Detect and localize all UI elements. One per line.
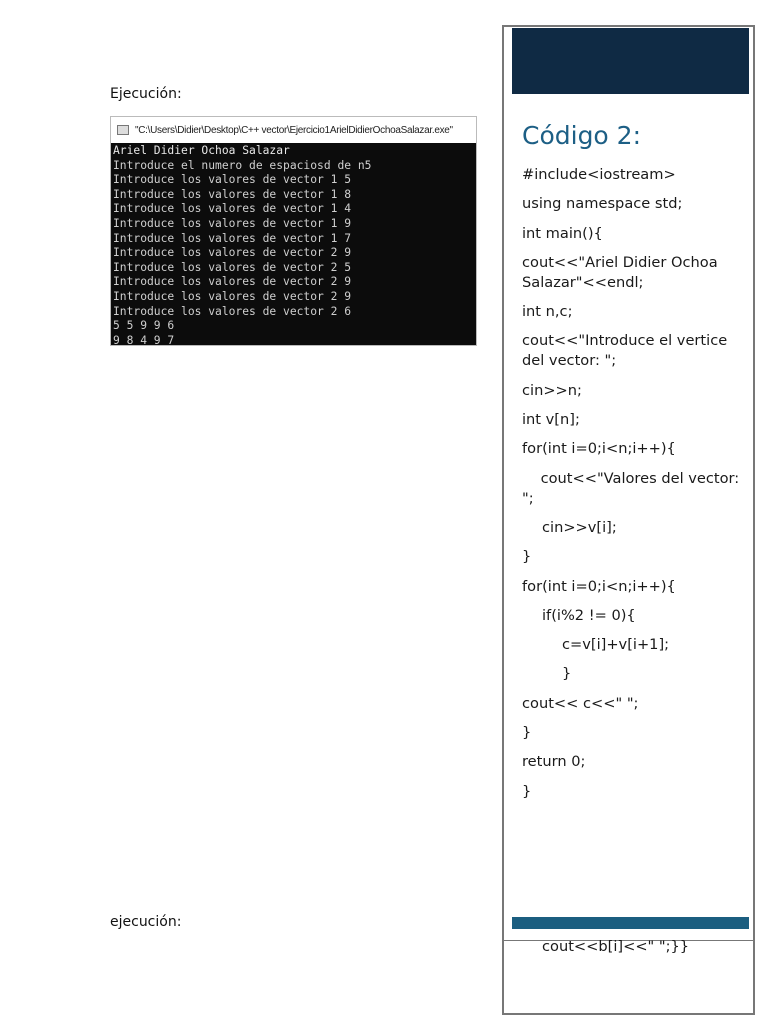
code-line: for(int i=0;i<n;i++){ xyxy=(522,440,676,458)
sidebar-header-band xyxy=(512,28,749,94)
code-line: cout<<"Introduce el vertice del vector: … xyxy=(522,332,732,370)
console-titlebar: "C:\Users\Didier\Desktop\C++ vector\Ejer… xyxy=(111,117,476,143)
code-line: } xyxy=(522,724,532,742)
console-line: Introduce el numero de espaciosd de n5 xyxy=(113,158,372,172)
console-line: Introduce los valores de vector 2 9 xyxy=(113,289,352,303)
code-line: cin>>n; xyxy=(522,381,582,399)
console-title: "C:\Users\Didier\Desktop\C++ vector\Ejer… xyxy=(135,124,453,136)
console-line: Introduce los valores de vector 2 9 xyxy=(113,246,352,260)
code-sidebar-continuation: cout<<b[i]<<" ";}} xyxy=(502,938,755,1015)
code-line: } xyxy=(522,782,532,800)
console-line: Introduce los valores de vector 1 9 xyxy=(113,216,352,230)
code-line: } xyxy=(522,548,532,566)
sidebar-title: Código 2: xyxy=(522,121,642,150)
console-line: 5 5 9 9 6 xyxy=(113,319,175,333)
code-line: if(i%2 != 0){ xyxy=(542,606,636,624)
code-line: return 0; xyxy=(522,753,586,771)
console-line: Introduce los valores de vector 2 6 xyxy=(113,304,352,318)
code-line: } xyxy=(562,665,572,683)
code-line: int n,c; xyxy=(522,303,573,321)
code-sidebar: Código 2: #include<iostream> using namesp… xyxy=(502,25,755,941)
console-line: Introduce los valores de vector 2 9 xyxy=(113,275,352,289)
console-output: Ariel Didier Ochoa Salazar Introduce el n… xyxy=(111,143,476,349)
document-page: Ejecución: "C:\Users\Didier\Desktop\C++ … xyxy=(0,0,768,1024)
sidebar-footer-band xyxy=(512,917,749,929)
console-line: Introduce los valores de vector 1 8 xyxy=(113,187,352,201)
code-continuation-line: cout<<b[i]<<" ";}} xyxy=(542,938,690,955)
code-line: for(int i=0;i<n;i++){ xyxy=(522,577,676,595)
console-line: 9 8 4 9 7 xyxy=(113,333,175,347)
console-screenshot: "C:\Users\Didier\Desktop\C++ vector\Ejer… xyxy=(110,116,477,349)
execution-label: Ejecución: xyxy=(110,86,182,102)
code-line: cout<<"Ariel Didier Ochoa Salazar"<<endl… xyxy=(522,253,723,291)
code-line: int main(){ xyxy=(522,224,603,242)
code-line: cin>>v[i]; xyxy=(542,518,617,536)
execution-label-2: ejecución: xyxy=(110,914,182,930)
console-line: Introduce los valores de vector 1 7 xyxy=(113,231,352,245)
code-line: cout<< c<<" "; xyxy=(522,694,639,712)
console-line: Ariel Didier Ochoa Salazar xyxy=(113,144,290,157)
console-line: Introduce los valores de vector 1 5 xyxy=(113,173,352,187)
code-line: c=v[i]+v[i+1]; xyxy=(562,636,670,654)
code-line: cout<<"Valores del vector: "; xyxy=(522,469,744,507)
console-line: Introduce los valores de vector 2 5 xyxy=(113,260,352,274)
code-line: using namespace std; xyxy=(522,195,683,213)
code-line: #include<iostream> xyxy=(522,166,676,183)
code-listing: #include<iostream> using namespace std; in… xyxy=(522,165,742,811)
console-window-icon xyxy=(117,125,129,135)
console-line: Introduce los valores de vector 1 4 xyxy=(113,202,352,216)
code-line: int v[n]; xyxy=(522,411,580,429)
